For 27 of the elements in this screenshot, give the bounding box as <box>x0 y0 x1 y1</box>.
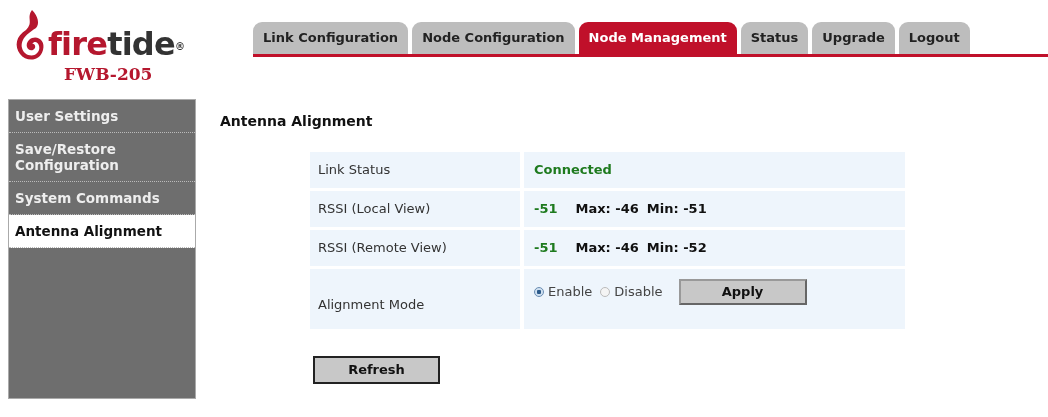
rssi-min: Min: -51 <box>646 200 707 219</box>
rssi-max: Max: -46 <box>575 200 639 219</box>
model-name: FWB-205 <box>64 66 154 83</box>
row-label: RSSI (Local View) <box>310 191 520 227</box>
link-status-value: Connected <box>534 161 612 180</box>
section-heading: Antenna Alignment <box>220 112 374 131</box>
sidebar-item[interactable]: Save/Restore Configuration <box>9 133 195 182</box>
nav-tab[interactable]: Upgrade <box>812 22 895 54</box>
radio-option[interactable]: Enable <box>534 282 593 302</box>
row-label: RSSI (Remote View) <box>310 230 520 266</box>
nav-tab[interactable]: Node Management <box>578 22 737 54</box>
nav-tab[interactable]: Status <box>740 22 809 54</box>
rssi-value: -51 <box>534 200 558 219</box>
apply-button[interactable]: Apply <box>678 279 807 305</box>
row-label: Link Status <box>310 152 520 188</box>
nav-tab[interactable]: Link Configuration <box>253 22 409 54</box>
rssi-min: Min: -52 <box>646 239 707 258</box>
refresh-button[interactable]: Refresh <box>313 356 440 384</box>
radio-option[interactable]: Disable <box>600 282 663 302</box>
nav-tab[interactable]: Logout <box>898 22 970 54</box>
sidebar-item[interactable]: User Settings <box>9 100 195 133</box>
row-label: Alignment Mode <box>310 269 520 329</box>
sidebar-item[interactable]: Antenna Alignment <box>9 215 195 248</box>
rssi-value: -51 <box>534 239 558 258</box>
rssi-max: Max: -46 <box>575 239 639 258</box>
nav-tab[interactable]: Node Configuration <box>412 22 575 54</box>
logo-wordmark: firetide$^{®}$ <box>48 28 185 60</box>
